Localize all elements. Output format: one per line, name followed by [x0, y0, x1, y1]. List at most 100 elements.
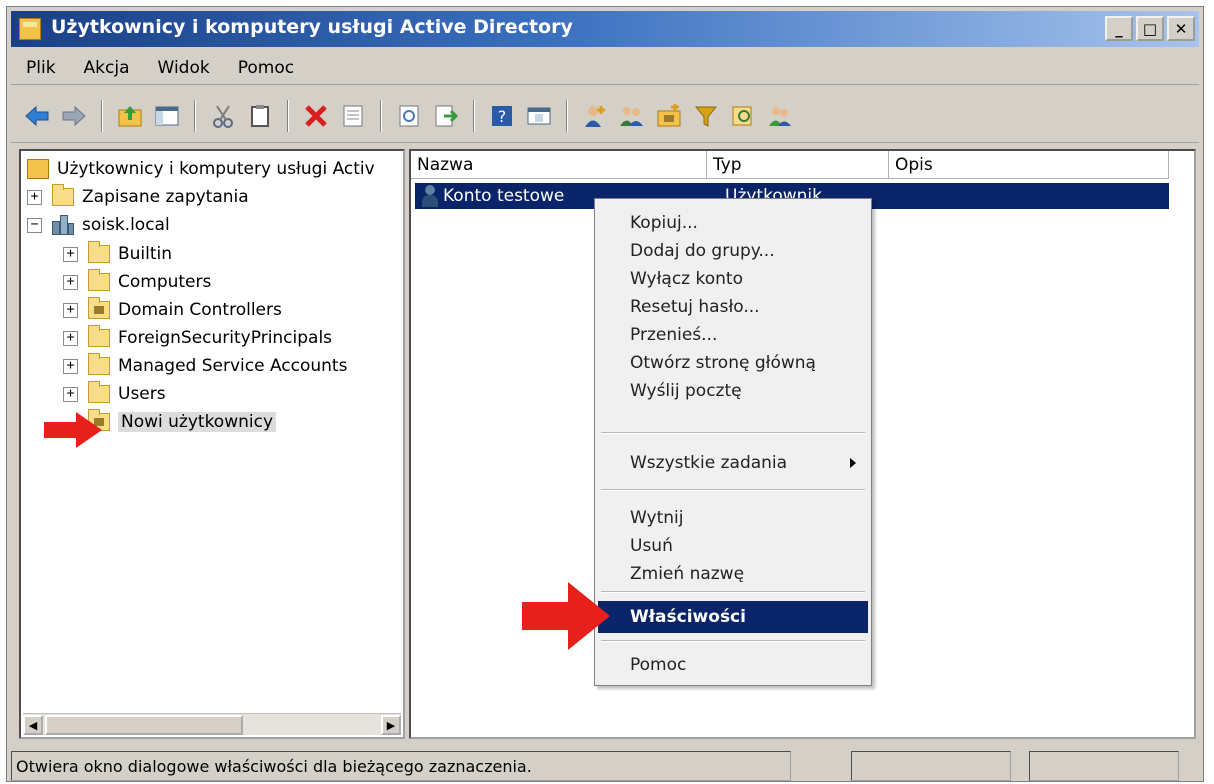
new-ou-icon[interactable] — [653, 100, 685, 132]
maximize-button[interactable]: □ — [1136, 16, 1164, 41]
expand-icon[interactable]: + — [27, 189, 42, 205]
find-icon[interactable] — [727, 100, 759, 132]
tree-item-label: ForeignSecurityPrincipals — [118, 328, 333, 348]
expand-icon[interactable]: + — [63, 274, 78, 290]
list-header: Nazwa Typ Opis — [411, 151, 1194, 179]
menu-item-kopiuj[interactable]: Kopiuj... — [598, 209, 868, 237]
toolbar: ? — [11, 89, 1199, 143]
copy-icon[interactable] — [244, 100, 276, 132]
tree-item-saved-queries[interactable]: + Zapisane zapytania — [27, 183, 249, 211]
annotation-arrow-icon — [522, 582, 610, 650]
menu-item-open-home-page[interactable]: Otwórz stronę główną — [598, 349, 868, 377]
expand-icon[interactable]: + — [63, 358, 78, 374]
minimize-button[interactable]: _ — [1105, 16, 1133, 41]
status-text: Otwiera okno dialogowe właściwości dla b… — [11, 751, 791, 781]
tree-root[interactable]: Użytkownicy i komputery usługi Activ — [27, 155, 375, 183]
ou-folder-icon — [88, 297, 110, 319]
folder-icon — [88, 353, 110, 375]
folder-icon — [88, 381, 110, 403]
folder-icon — [88, 241, 110, 263]
expand-icon[interactable]: + — [63, 246, 78, 262]
horizontal-scrollbar[interactable]: ◀ ▶ — [23, 713, 401, 735]
tree-item-label: Nowi użytkownicy — [118, 412, 277, 432]
menu-akcja[interactable]: Akcja — [81, 56, 133, 80]
scroll-left-icon[interactable]: ◀ — [23, 715, 43, 735]
tree-item-users[interactable]: + Users — [63, 380, 166, 408]
new-group-icon[interactable] — [616, 100, 648, 132]
tree-item-label: Users — [118, 384, 166, 404]
add-to-group-icon[interactable] — [764, 100, 796, 132]
folder-icon — [88, 325, 110, 347]
tree-item-computers[interactable]: + Computers — [63, 268, 211, 296]
menu-separator — [601, 640, 865, 642]
cut-icon[interactable] — [207, 100, 239, 132]
tree-item-label: soisk.local — [82, 215, 170, 235]
status-bar: Otwiera okno dialogowe właściwości dla b… — [11, 751, 1199, 781]
tree-root-label: Użytkownicy i komputery usługi Activ — [57, 159, 375, 179]
aduc-app-icon — [19, 18, 41, 40]
scroll-right-icon[interactable]: ▶ — [381, 715, 401, 735]
menu-item-disable-account[interactable]: Wyłącz konto — [598, 265, 868, 293]
help-icon[interactable]: ? — [486, 100, 518, 132]
menu-separator — [601, 489, 865, 491]
scroll-thumb[interactable] — [45, 715, 243, 735]
menu-item-rename[interactable]: Zmień nazwę — [598, 560, 868, 588]
column-header-type[interactable]: Typ — [707, 151, 889, 179]
menu-item-help[interactable]: Pomoc — [598, 651, 868, 679]
collapse-icon[interactable]: − — [27, 217, 42, 233]
tree-item-domain-controllers[interactable]: + Domain Controllers — [63, 296, 282, 324]
console-tree-icon[interactable] — [151, 100, 183, 132]
submenu-arrow-icon — [850, 458, 856, 468]
tree-item-label: Managed Service Accounts — [118, 356, 348, 376]
refresh-icon[interactable] — [393, 100, 425, 132]
menu-pomoc[interactable]: Pomoc — [235, 56, 297, 80]
menu-item-add-to-group[interactable]: Dodaj do grupy... — [598, 237, 868, 265]
tree-item-managed-service-accounts[interactable]: + Managed Service Accounts — [63, 352, 347, 380]
tree-item-label: Zapisane zapytania — [82, 187, 249, 207]
menu-widok[interactable]: Widok — [155, 56, 213, 80]
domain-icon — [52, 215, 74, 235]
export-icon[interactable] — [430, 100, 462, 132]
tree-item-label: Computers — [118, 272, 212, 292]
folder-icon — [52, 184, 74, 206]
menu-item-delete[interactable]: Usuń — [598, 532, 868, 560]
menu-item-cut[interactable]: Wytnij — [598, 504, 868, 532]
column-header-description[interactable]: Opis — [889, 151, 1169, 179]
expand-icon[interactable]: + — [63, 330, 78, 346]
status-panel-2 — [851, 751, 1011, 781]
svg-text:?: ? — [498, 107, 507, 126]
filter-icon[interactable] — [690, 100, 722, 132]
tree-item-nowi-uzytkownicy[interactable]: Nowi użytkownicy — [88, 408, 277, 436]
properties-icon[interactable] — [337, 100, 369, 132]
expand-icon[interactable]: + — [63, 302, 78, 318]
menu-item-label: Wszystkie zadania — [630, 453, 788, 473]
menu-item-reset-password[interactable]: Resetuj hasło... — [598, 293, 868, 321]
title-bar[interactable]: Użytkownicy i komputery usługi Active Di… — [11, 11, 1199, 47]
menu-item-properties[interactable]: Właściwości — [598, 601, 868, 633]
tree-item-foreign-security-principals[interactable]: + ForeignSecurityPrincipals — [63, 324, 332, 352]
expand-icon[interactable]: + — [63, 386, 78, 402]
menu-item-all-tasks[interactable]: Wszystkie zadania — [598, 449, 868, 477]
menu-separator — [601, 432, 865, 434]
annotation-arrow-icon — [44, 412, 102, 448]
up-folder-icon[interactable] — [114, 100, 146, 132]
window-title: Użytkownicy i komputery usługi Active Di… — [51, 16, 573, 38]
details-view-icon[interactable] — [523, 100, 555, 132]
menu-item-move[interactable]: Przenieś... — [598, 321, 868, 349]
delete-icon[interactable] — [300, 100, 332, 132]
new-user-icon[interactable] — [579, 100, 611, 132]
menu-separator — [601, 591, 865, 593]
menu-item-send-mail[interactable]: Wyślij pocztę — [598, 377, 868, 405]
column-header-name[interactable]: Nazwa — [411, 151, 707, 179]
tree-item-domain[interactable]: − soisk.local — [27, 211, 170, 239]
forward-icon[interactable] — [58, 100, 90, 132]
folder-icon — [88, 269, 110, 291]
aduc-root-icon — [27, 159, 49, 179]
tree-item-label: Domain Controllers — [118, 300, 282, 320]
back-icon[interactable] — [21, 100, 53, 132]
menu-plik[interactable]: Plik — [23, 56, 59, 80]
tree-item-builtin[interactable]: + Builtin — [63, 240, 172, 268]
menu-bar: Plik Akcja Widok Pomoc — [11, 51, 1199, 85]
status-panel-3 — [1029, 751, 1179, 781]
close-button[interactable]: ✕ — [1167, 16, 1195, 41]
